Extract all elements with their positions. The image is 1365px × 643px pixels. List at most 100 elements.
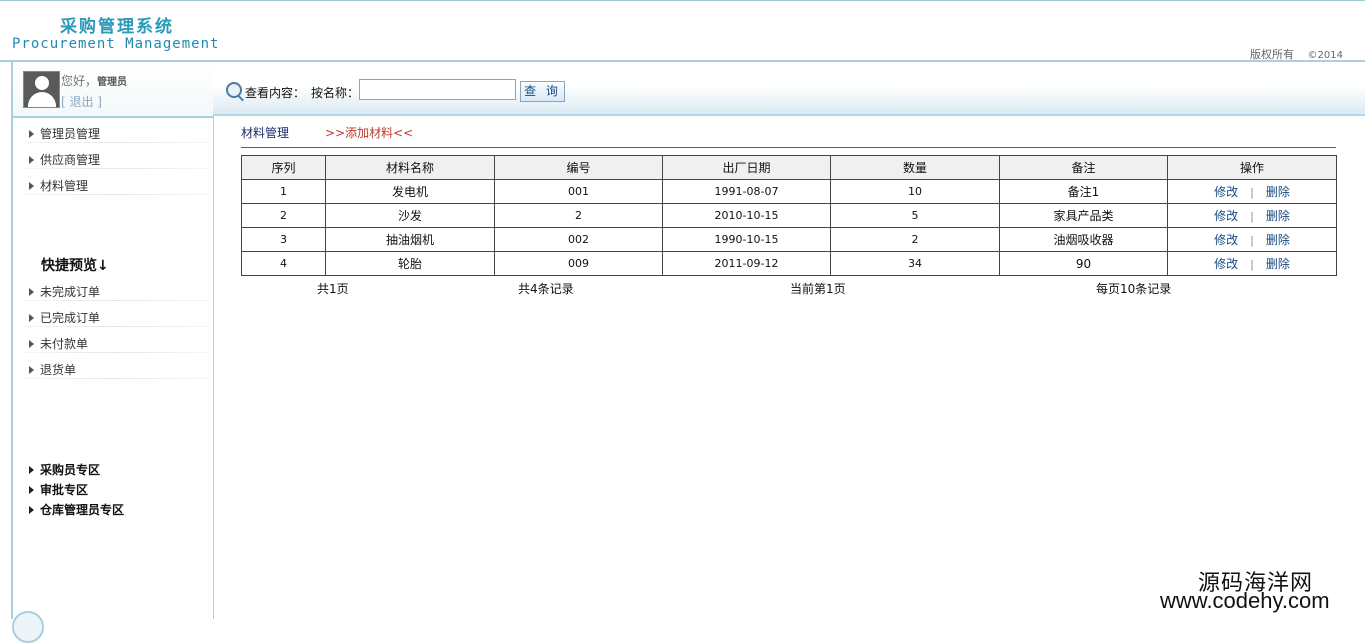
menu-divider [21, 300, 209, 301]
cell-name: 轮胎 [325, 251, 495, 276]
materials-table: 序列 材料名称 编号 出厂日期 数量 备注 操作 1 发电机 001 1991-… [241, 155, 1337, 276]
section-title: 材料管理 [241, 126, 290, 140]
delete-link[interactable]: 删除 [1266, 257, 1290, 271]
greeting-text: 您好， [61, 74, 98, 88]
cell-code: 002 [494, 227, 663, 252]
menu-divider [21, 142, 209, 143]
avatar [23, 71, 60, 108]
sidebar-zone-warehouse[interactable]: 仓库管理员专区 [29, 501, 124, 518]
cell-note: 家具产品类 [999, 203, 1168, 228]
sidebar-zone-purchaser[interactable]: 采购员专区 [29, 461, 100, 478]
sidebar-zone-approval[interactable]: 审批专区 [29, 481, 88, 498]
quick-preview-title: 快捷预览↓ [41, 258, 109, 274]
edit-link[interactable]: 修改 [1214, 209, 1238, 223]
column-header-code: 编号 [494, 155, 663, 180]
delete-link[interactable]: 删除 [1266, 209, 1290, 223]
caret-right-icon [29, 314, 34, 322]
action-separator: | [1250, 186, 1254, 199]
app-title-en: Procurement Management [12, 36, 220, 52]
column-header-qty: 数量 [830, 155, 1000, 180]
cell-code: 009 [494, 251, 663, 276]
pager-per-page: 每页10条记录 [1096, 282, 1172, 296]
column-header-date: 出厂日期 [662, 155, 831, 180]
cell-qty: 5 [830, 203, 1000, 228]
cell-date: 1991-08-07 [662, 179, 831, 204]
menu-divider [21, 326, 209, 327]
cell-name: 沙发 [325, 203, 495, 228]
column-header-note: 备注 [999, 155, 1168, 180]
user-panel: 您好，管理员 [ 退出 ] [13, 62, 213, 118]
pager-current-page: 当前第1页 [790, 282, 846, 296]
cell-date: 2010-10-15 [662, 203, 831, 228]
cell-seq: 1 [241, 179, 326, 204]
cell-qty: 2 [830, 227, 1000, 252]
pager-total-records: 共4条记录 [518, 282, 574, 296]
caret-right-icon [29, 288, 34, 296]
cell-note: 备注1 [999, 179, 1168, 204]
sidebar-item-returns[interactable]: 退货单 [29, 361, 76, 378]
sidebar-item-label: 材料管理 [40, 179, 89, 193]
cell-seq: 2 [241, 203, 326, 228]
delete-link[interactable]: 删除 [1266, 185, 1290, 199]
menu-divider [21, 194, 209, 195]
table-row: 1 发电机 001 1991-08-07 10 备注1 修改 | 删除 [241, 179, 1337, 204]
cell-code: 2 [494, 203, 663, 228]
sidebar-zone-label: 采购员专区 [40, 463, 101, 477]
column-header-seq: 序列 [241, 155, 326, 180]
section-divider [241, 147, 1336, 148]
cell-name: 抽油烟机 [325, 227, 495, 252]
column-header-actions: 操作 [1167, 155, 1337, 180]
sidebar-item-unfinished-orders[interactable]: 未完成订单 [29, 283, 100, 300]
sidebar-item-finished-orders[interactable]: 已完成订单 [29, 309, 100, 326]
cell-actions: 修改 | 删除 [1167, 251, 1337, 276]
action-separator: | [1250, 234, 1254, 247]
sidebar-item-label: 管理员管理 [40, 127, 101, 141]
cell-seq: 3 [241, 227, 326, 252]
sidebar-zone-label: 仓库管理员专区 [40, 503, 125, 517]
cell-date: 1990-10-15 [662, 227, 831, 252]
sidebar-item-label: 供应商管理 [40, 153, 101, 167]
sidebar-item-admin-management[interactable]: 管理员管理 [29, 125, 100, 142]
search-bar: 查看内容： 按名称： 查 询 [213, 62, 1365, 116]
menu-divider [21, 352, 209, 353]
table-row: 4 轮胎 009 2011-09-12 34 90 修改 | 删除 [241, 251, 1337, 276]
sidebar: 您好，管理员 [ 退出 ] 管理员管理 供应商管理 材料管理 快捷预览↓ 未完成… [11, 62, 214, 643]
search-label: 查看内容： [245, 86, 306, 100]
action-separator: | [1250, 258, 1254, 271]
caret-right-icon [29, 182, 34, 190]
table-header-row: 序列 材料名称 编号 出厂日期 数量 备注 操作 [241, 155, 1337, 180]
edit-link[interactable]: 修改 [1214, 185, 1238, 199]
caret-right-icon [29, 466, 34, 474]
app-title-cn: 采购管理系统 [60, 17, 174, 37]
sidebar-item-material-management[interactable]: 材料管理 [29, 177, 88, 194]
pager-total-pages: 共1页 [317, 282, 349, 296]
action-separator: | [1250, 210, 1254, 223]
column-header-name: 材料名称 [325, 155, 495, 180]
search-by-name-label: 按名称： [311, 86, 360, 100]
caret-right-icon [29, 156, 34, 164]
sidebar-item-supplier-management[interactable]: 供应商管理 [29, 151, 100, 168]
sidebar-toggle-icon[interactable] [12, 611, 44, 643]
table-row: 2 沙发 2 2010-10-15 5 家具产品类 修改 | 删除 [241, 203, 1337, 228]
sidebar-item-label: 未付款单 [40, 337, 89, 351]
cell-actions: 修改 | 删除 [1167, 227, 1337, 252]
user-role: 管理员 [97, 77, 128, 88]
logout-link[interactable]: [ 退出 ] [61, 93, 102, 110]
sidebar-item-unpaid[interactable]: 未付款单 [29, 335, 88, 352]
edit-link[interactable]: 修改 [1214, 257, 1238, 271]
menu-divider [21, 168, 209, 169]
cell-note: 90 [999, 251, 1168, 276]
search-input[interactable] [359, 79, 516, 100]
caret-right-icon [29, 130, 34, 138]
cell-name: 发电机 [325, 179, 495, 204]
avatar-head [35, 76, 49, 90]
app-header: 采购管理系统 Procurement Management 版权所有 ©2014 [0, 1, 1365, 61]
search-button[interactable]: 查 询 [520, 81, 565, 102]
sidebar-item-label: 退货单 [40, 363, 77, 377]
add-material-link[interactable]: >>添加材料<< [325, 124, 413, 141]
cell-date: 2011-09-12 [662, 251, 831, 276]
delete-link[interactable]: 删除 [1266, 233, 1290, 247]
edit-link[interactable]: 修改 [1214, 233, 1238, 247]
cell-actions: 修改 | 删除 [1167, 203, 1337, 228]
avatar-body [28, 92, 56, 107]
